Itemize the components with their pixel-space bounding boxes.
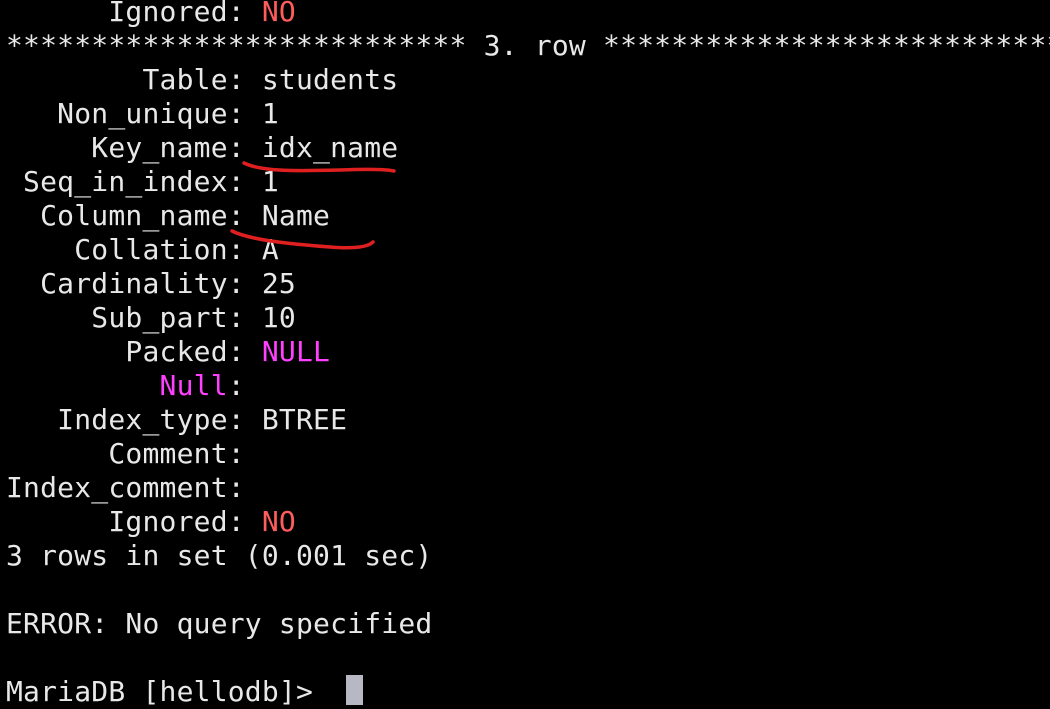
field-value: Name	[261, 199, 331, 232]
field-seq-in-index: Seq_in_index: 1	[6, 165, 279, 199]
field-key-name: Key_name: idx_name	[6, 131, 398, 165]
field-value: 10	[261, 301, 296, 334]
field-label: Ignored:	[6, 505, 262, 538]
field-label: Null	[159, 369, 228, 402]
field-table: Table: students	[6, 63, 398, 97]
field-ignored: Ignored: NO	[6, 505, 296, 539]
field-label: Seq_in_index:	[6, 165, 262, 198]
field-label: Column_name:	[6, 199, 262, 232]
field-packed: Packed: NULL	[6, 335, 330, 369]
command-prompt[interactable]: MariaDB [hellodb]>	[6, 675, 330, 709]
field-collation: Collation: A	[6, 233, 279, 267]
field-label: Sub_part:	[6, 301, 262, 334]
text-cursor	[346, 675, 363, 705]
field-value: 1	[261, 165, 279, 198]
field-label: Cardinality:	[6, 267, 262, 300]
field-label: Comment:	[6, 437, 245, 470]
field-value: NO	[261, 0, 296, 28]
field-non-unique: Non_unique: 1	[6, 97, 279, 131]
field-label: Collation:	[6, 233, 262, 266]
field-value: 1	[261, 97, 279, 130]
field-label: Index_comment:	[6, 471, 245, 504]
row-header: *************************** 3. row *****…	[6, 29, 1050, 62]
field-label: Ignored:	[6, 0, 262, 28]
field-value: NULL	[261, 335, 331, 368]
field-colon: :	[227, 369, 245, 402]
field-index-type: Index_type: BTREE	[6, 403, 347, 437]
field-indent	[6, 369, 160, 402]
field-value: NO	[261, 505, 296, 538]
field-label: Key_name:	[6, 131, 262, 164]
prev-ignored-line: Ignored: NO	[6, 0, 296, 29]
result-summary: 3 rows in set (0.001 sec)	[6, 539, 433, 572]
field-index-comment: Index_comment:	[6, 471, 245, 505]
field-label: Index_type:	[6, 403, 262, 436]
field-label: Non_unique:	[6, 97, 262, 130]
prompt-text: MariaDB [hellodb]>	[6, 675, 331, 708]
field-value: students	[261, 63, 399, 96]
field-label: Table:	[6, 63, 262, 96]
field-value: idx_name	[261, 131, 399, 164]
field-value: A	[261, 233, 279, 266]
field-label: Packed:	[6, 335, 262, 368]
field-sub-part: Sub_part: 10	[6, 301, 296, 335]
field-comment: Comment:	[6, 437, 245, 471]
field-column-name: Column_name: Name	[6, 199, 330, 233]
field-value: 25	[261, 267, 296, 300]
field-cardinality: Cardinality: 25	[6, 267, 296, 301]
field-null: Null:	[6, 369, 245, 403]
error-message: ERROR: No query specified	[6, 607, 433, 640]
field-value: BTREE	[261, 403, 348, 436]
